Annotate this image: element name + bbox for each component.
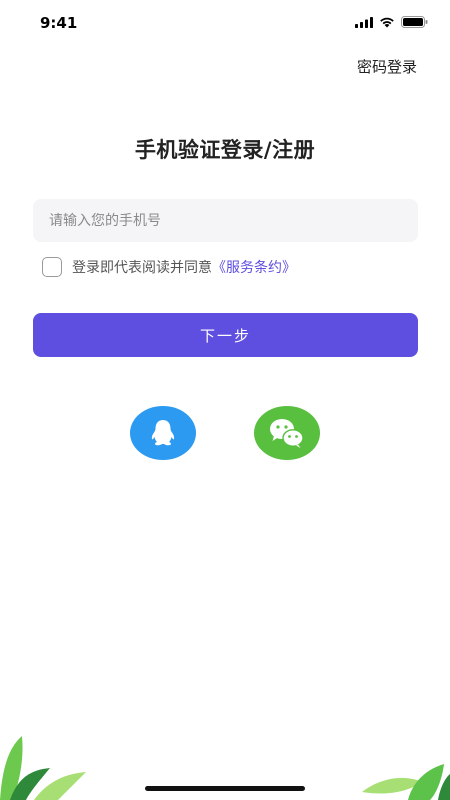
wechat-icon xyxy=(270,419,304,448)
decorative-leaves-right xyxy=(362,764,450,800)
battery-icon xyxy=(401,16,428,28)
decorative-leaves-left xyxy=(0,736,86,800)
next-step-button[interactable]: 下一步 xyxy=(33,313,418,357)
status-time: 9:41 xyxy=(40,14,78,32)
wifi-icon xyxy=(380,17,394,28)
password-login-link[interactable]: 密码登录 xyxy=(357,56,417,77)
page-title: 手机验证登录/注册 xyxy=(134,138,316,162)
cellular-signal-icon xyxy=(355,16,373,28)
phone-number-input[interactable] xyxy=(33,199,418,242)
agreement-checkbox[interactable] xyxy=(42,257,62,277)
status-icons xyxy=(355,16,428,28)
status-bar: 9:41 xyxy=(0,0,450,44)
terms-of-service-link[interactable]: 《服务条约》 xyxy=(212,257,296,277)
agreement-row: 登录即代表阅读并同意 《服务条约》 xyxy=(42,257,296,277)
wechat-login-button[interactable] xyxy=(254,406,320,460)
qq-penguin-icon xyxy=(151,420,175,446)
home-indicator xyxy=(145,786,305,791)
qq-login-button[interactable] xyxy=(130,406,196,460)
agreement-text: 登录即代表阅读并同意 xyxy=(72,260,212,276)
